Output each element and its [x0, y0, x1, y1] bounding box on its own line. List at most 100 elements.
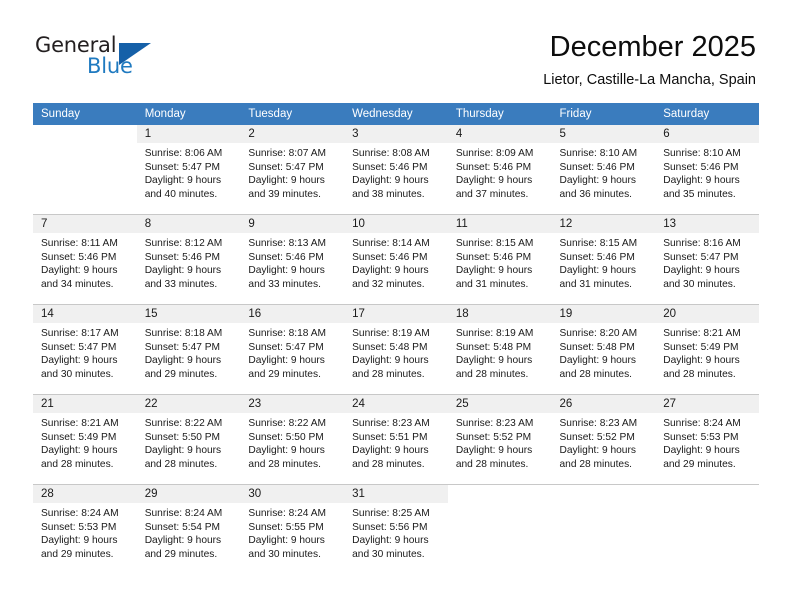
calendar-day-cell[interactable]: 20 Sunrise: 8:21 AM Sunset: 5:49 PM Dayligh… [655, 304, 759, 395]
day-number: 21 [33, 395, 137, 413]
day-sun-info: Sunrise: 8:10 AM Sunset: 5:46 PM Daylight:… [552, 143, 656, 201]
daylight-duration-line1: Daylight: 9 hours [663, 355, 740, 367]
calendar-day-cell[interactable]: 26 Sunrise: 8:23 AM Sunset: 5:52 PM Dayligh… [551, 394, 656, 485]
calendar-day-cell[interactable]: 1 Sunrise: 8:06 AM Sunset: 5:47 PM Daylight… [136, 125, 241, 215]
calendar-day-cell[interactable]: 19 Sunrise: 8:20 AM Sunset: 5:48 PM Dayligh… [551, 304, 656, 395]
calendar-container: Sunday Monday Tuesday Wednesday Thursday Frid… [33, 103, 759, 574]
daylight-duration-line2: and 29 minutes. [144, 368, 218, 380]
sunrise-time: Sunrise: 8:13 AM [248, 238, 326, 249]
daylight-duration-line2: and 28 minutes. [352, 458, 425, 470]
calendar-day-cell[interactable]: 28 Sunrise: 8:24 AM Sunset: 5:53 PM Dayligh… [33, 484, 137, 574]
calendar-day-cell[interactable]: 31 Sunrise: 8:25 AM Sunset: 5:56 PM Dayligh… [344, 484, 448, 574]
page-title: December 2025 [549, 31, 756, 63]
day-number: 26 [551, 395, 656, 413]
page-subtitle: Lietor, Castille-La Mancha, Spain [543, 72, 756, 88]
day-sun-info: Sunrise: 8:24 AM Sunset: 5:53 PM Daylight:… [33, 503, 137, 561]
day-cell-inner: 29 Sunrise: 8:24 AM Sunset: 5:54 PM Dayligh… [136, 485, 241, 574]
calendar-day-cell[interactable]: 23 Sunrise: 8:22 AM Sunset: 5:50 PM Dayligh… [240, 394, 345, 485]
sunset-time: Sunset: 5:56 PM [352, 521, 428, 533]
day-number: 13 [655, 215, 759, 233]
calendar-day-cell[interactable]: 15 Sunrise: 8:18 AM Sunset: 5:47 PM Dayligh… [136, 304, 241, 395]
sunset-time: Sunset: 5:52 PM [455, 431, 532, 443]
sunrise-time: Sunrise: 8:23 AM [352, 418, 430, 429]
daylight-duration-line1: Daylight: 9 hours [663, 265, 740, 277]
calendar-day-cell[interactable]: 9 Sunrise: 8:13 AM Sunset: 5:46 PM Daylight… [240, 214, 345, 305]
calendar-day-cell[interactable]: 30 Sunrise: 8:24 AM Sunset: 5:55 PM Dayligh… [240, 484, 345, 574]
day-number: 7 [33, 215, 137, 233]
day-sun-info: Sunrise: 8:15 AM Sunset: 5:46 PM Daylight:… [448, 233, 552, 291]
daylight-duration-line2: and 38 minutes. [352, 188, 425, 200]
day-cell-inner: 26 Sunrise: 8:23 AM Sunset: 5:52 PM Dayligh… [551, 395, 656, 484]
sunrise-time: Sunrise: 8:19 AM [455, 328, 534, 339]
calendar-day-cell [447, 484, 552, 574]
daylight-duration-line1: Daylight: 9 hours [144, 265, 222, 277]
calendar-day-cell[interactable]: 24 Sunrise: 8:23 AM Sunset: 5:51 PM Dayligh… [344, 394, 448, 485]
daylight-duration-line2: and 28 minutes. [455, 368, 529, 380]
day-sun-info: Sunrise: 8:19 AM Sunset: 5:48 PM Daylight:… [344, 323, 448, 381]
day-sun-info: Sunrise: 8:06 AM Sunset: 5:47 PM Daylight:… [137, 143, 241, 201]
sunset-time: Sunset: 5:48 PM [455, 341, 532, 353]
daylight-duration-line2: and 30 minutes. [352, 548, 425, 560]
day-sun-info: Sunrise: 8:16 AM Sunset: 5:47 PM Daylight:… [655, 233, 759, 291]
day-sun-info: Sunrise: 8:14 AM Sunset: 5:46 PM Daylight:… [344, 233, 448, 291]
day-number [655, 485, 759, 503]
day-sun-info: Sunrise: 8:08 AM Sunset: 5:46 PM Daylight:… [344, 143, 448, 201]
daylight-duration-line2: and 29 minutes. [248, 368, 321, 380]
calendar-day-cell[interactable]: 3 Sunrise: 8:08 AM Sunset: 5:46 PM Daylight… [344, 125, 448, 215]
calendar-day-cell[interactable]: 5 Sunrise: 8:10 AM Sunset: 5:46 PM Daylight… [551, 125, 656, 215]
calendar-day-cell[interactable]: 7 Sunrise: 8:11 AM Sunset: 5:46 PM Daylight… [33, 214, 137, 305]
calendar-day-cell[interactable]: 18 Sunrise: 8:19 AM Sunset: 5:48 PM Dayligh… [447, 304, 552, 395]
day-cell-inner: 2 Sunrise: 8:07 AM Sunset: 5:47 PM Daylight… [240, 125, 345, 214]
day-cell-inner: 21 Sunrise: 8:21 AM Sunset: 5:49 PM Dayligh… [33, 395, 137, 484]
calendar-day-cell[interactable]: 16 Sunrise: 8:18 AM Sunset: 5:47 PM Dayligh… [240, 304, 345, 395]
calendar-day-cell[interactable]: 6 Sunrise: 8:10 AM Sunset: 5:46 PM Daylight… [655, 125, 759, 215]
calendar-day-cell[interactable]: 2 Sunrise: 8:07 AM Sunset: 5:47 PM Daylight… [240, 125, 345, 215]
calendar-day-cell[interactable]: 21 Sunrise: 8:21 AM Sunset: 5:49 PM Dayligh… [33, 394, 137, 485]
sunset-time: Sunset: 5:48 PM [559, 341, 635, 353]
day-cell-inner: 18 Sunrise: 8:19 AM Sunset: 5:48 PM Dayligh… [447, 305, 552, 394]
sunrise-time: Sunrise: 8:24 AM [663, 418, 741, 429]
weekday-header-sunday: Sunday [33, 103, 137, 125]
sunrise-time: Sunrise: 8:19 AM [352, 328, 430, 339]
daylight-duration-line2: and 34 minutes. [41, 278, 114, 290]
day-sun-info: Sunrise: 8:12 AM Sunset: 5:46 PM Daylight:… [137, 233, 241, 291]
day-number: 3 [344, 125, 448, 143]
day-cell-inner: 24 Sunrise: 8:23 AM Sunset: 5:51 PM Dayligh… [344, 395, 448, 484]
sunrise-time: Sunrise: 8:08 AM [352, 148, 430, 159]
daylight-duration-line2: and 29 minutes. [41, 548, 114, 560]
day-sun-info: Sunrise: 8:24 AM Sunset: 5:53 PM Daylight:… [655, 413, 759, 471]
sunset-time: Sunset: 5:54 PM [144, 521, 221, 533]
calendar-day-cell[interactable]: 4 Sunrise: 8:09 AM Sunset: 5:46 PM Daylight… [447, 125, 552, 215]
calendar-day-cell[interactable]: 25 Sunrise: 8:23 AM Sunset: 5:52 PM Dayligh… [447, 394, 552, 485]
day-number: 22 [136, 395, 241, 413]
daylight-duration-line2: and 29 minutes. [663, 458, 736, 470]
calendar-day-cell[interactable]: 14 Sunrise: 8:17 AM Sunset: 5:47 PM Dayligh… [33, 304, 137, 395]
sunset-time: Sunset: 5:46 PM [352, 161, 428, 173]
daylight-duration-line1: Daylight: 9 hours [559, 175, 636, 187]
calendar-day-cell[interactable]: 12 Sunrise: 8:15 AM Sunset: 5:46 PM Dayligh… [551, 214, 656, 305]
sunset-time: Sunset: 5:48 PM [352, 341, 428, 353]
calendar-day-cell[interactable]: 10 Sunrise: 8:14 AM Sunset: 5:46 PM Dayligh… [344, 214, 448, 305]
sunset-time: Sunset: 5:51 PM [352, 431, 428, 443]
daylight-duration-line2: and 28 minutes. [144, 458, 218, 470]
day-sun-info: Sunrise: 8:11 AM Sunset: 5:46 PM Daylight:… [33, 233, 137, 291]
title-block: December 2025 Lietor, Castille-La Mancha… [543, 30, 756, 89]
calendar-day-cell[interactable]: 27 Sunrise: 8:24 AM Sunset: 5:53 PM Dayligh… [655, 394, 759, 485]
calendar-day-cell[interactable]: 17 Sunrise: 8:19 AM Sunset: 5:48 PM Dayligh… [344, 304, 448, 395]
calendar-day-cell[interactable]: 13 Sunrise: 8:16 AM Sunset: 5:47 PM Dayligh… [655, 214, 759, 305]
calendar-day-cell[interactable]: 29 Sunrise: 8:24 AM Sunset: 5:54 PM Dayligh… [136, 484, 241, 574]
general-blue-logo[interactable]: General Blue [35, 33, 165, 81]
daylight-duration-line1: Daylight: 9 hours [248, 445, 325, 457]
calendar-week-row: 28 Sunrise: 8:24 AM Sunset: 5:53 PM Dayligh… [33, 484, 759, 574]
daylight-duration-line2: and 28 minutes. [663, 368, 736, 380]
calendar-day-cell[interactable]: 22 Sunrise: 8:22 AM Sunset: 5:50 PM Dayligh… [136, 394, 241, 485]
daylight-duration-line1: Daylight: 9 hours [455, 175, 533, 187]
daylight-duration-line2: and 28 minutes. [559, 458, 633, 470]
daylight-duration-line1: Daylight: 9 hours [352, 535, 429, 547]
day-number: 23 [240, 395, 345, 413]
calendar-day-cell [551, 484, 656, 574]
sunrise-time: Sunrise: 8:07 AM [248, 148, 326, 159]
day-sun-info: Sunrise: 8:19 AM Sunset: 5:48 PM Daylight:… [448, 323, 552, 381]
calendar-day-cell[interactable]: 8 Sunrise: 8:12 AM Sunset: 5:46 PM Daylight… [136, 214, 241, 305]
calendar-day-cell[interactable]: 11 Sunrise: 8:15 AM Sunset: 5:46 PM Dayligh… [447, 214, 552, 305]
